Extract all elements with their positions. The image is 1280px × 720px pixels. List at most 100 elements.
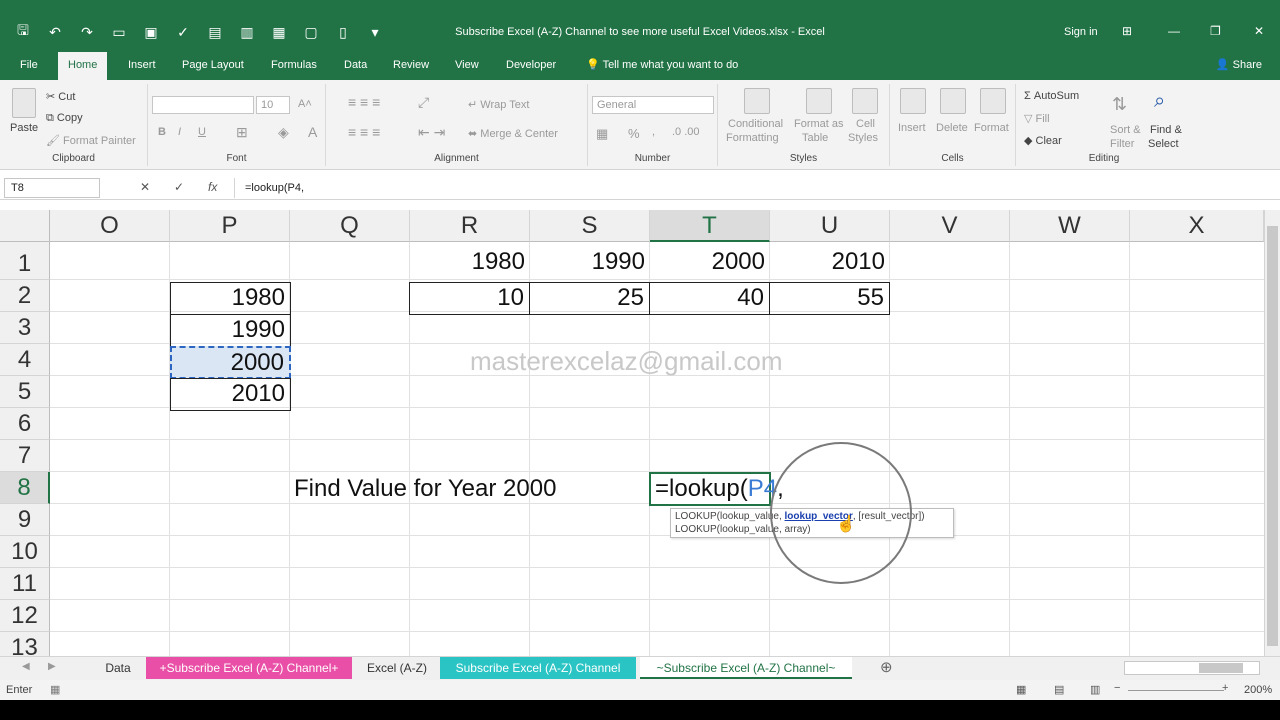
cancel-icon[interactable]: ✕	[140, 180, 150, 194]
format-as-label[interactable]: Format as	[794, 118, 844, 130]
cell-p4-referenced[interactable]: 2000	[170, 346, 291, 379]
sort-filter-icon[interactable]: ⇅	[1112, 94, 1127, 115]
cell-p2[interactable]: 1980	[170, 282, 291, 315]
cell-p3[interactable]: 1990	[170, 314, 291, 347]
cell-t1[interactable]: 2000	[650, 244, 770, 280]
cell-p5[interactable]: 2010	[170, 378, 291, 411]
enter-icon[interactable]: ✓	[174, 180, 184, 194]
insert-cells-icon[interactable]	[900, 88, 926, 114]
cell-s2[interactable]: 25	[529, 282, 650, 315]
ribbon-display-icon[interactable]: ⊞	[1122, 24, 1132, 38]
row-header-10[interactable]: 10	[0, 536, 50, 568]
row-header-4[interactable]: 4	[0, 344, 50, 376]
cell-r1[interactable]: 1980	[410, 244, 530, 280]
prev-sheet-icon[interactable]: ◀	[22, 661, 30, 672]
close-icon[interactable]: ✕	[1254, 24, 1264, 38]
find-label[interactable]: Find &	[1150, 124, 1182, 136]
row-header-7[interactable]: 7	[0, 440, 50, 472]
magnifier-icon[interactable]: ⌕	[1154, 90, 1165, 113]
name-box[interactable]: T8	[4, 178, 100, 198]
paste-button[interactable]: Paste	[10, 122, 38, 134]
cell-styles-icon[interactable]	[852, 88, 878, 114]
cell-r2[interactable]: 10	[409, 282, 530, 315]
merge-center-button[interactable]: ⬌ Merge & Center	[468, 127, 558, 140]
macro-record-icon[interactable]: ▦	[50, 683, 60, 696]
indent-icon[interactable]: ⇤ ⇥	[418, 124, 445, 141]
comma-icon[interactable]: ,	[652, 126, 655, 138]
cell-label[interactable]: Cell	[856, 118, 875, 130]
tab-review[interactable]: Review	[383, 50, 439, 80]
sheet-tab-data[interactable]: Data	[92, 657, 144, 679]
row-header-11[interactable]: 11	[0, 568, 50, 600]
row-header-12[interactable]: 12	[0, 600, 50, 632]
fill-button[interactable]: ▽ Fill	[1024, 112, 1050, 125]
normal-view-icon[interactable]: ▦	[1016, 683, 1026, 696]
tab-file[interactable]: File	[10, 50, 48, 80]
vertical-scrollbar[interactable]	[1264, 210, 1280, 656]
grow-font-icon[interactable]: A˄	[298, 98, 312, 110]
col-header-x[interactable]: X	[1130, 210, 1264, 242]
sheet-tab-subscribe-plus[interactable]: +Subscribe Excel (A-Z) Channel+	[146, 657, 352, 679]
decimal-icon[interactable]: .0 .00	[672, 126, 700, 138]
tell-me-box[interactable]: 💡 Tell me what you want to do	[576, 50, 748, 80]
table-label[interactable]: Table	[802, 132, 828, 144]
tab-developer[interactable]: Developer	[496, 50, 566, 80]
paste-icon[interactable]	[12, 88, 36, 118]
sheet-tab-subscribe[interactable]: Subscribe Excel (A-Z) Channel	[440, 657, 636, 679]
tab-data[interactable]: Data	[334, 50, 377, 80]
sheet-tab-excel-az[interactable]: Excel (A-Z)	[356, 657, 438, 679]
format-cells-button[interactable]: Format	[974, 122, 1009, 134]
row-header-9[interactable]: 9	[0, 504, 50, 536]
conditional-formatting-icon[interactable]	[744, 88, 770, 114]
row-header-6[interactable]: 6	[0, 408, 50, 440]
conditional-label[interactable]: Conditional	[728, 118, 783, 130]
cell-u2[interactable]: 55	[769, 282, 890, 315]
share-button[interactable]: 👤 Share	[1208, 54, 1270, 76]
wrap-text-button[interactable]: ↵ Wrap Text	[468, 98, 529, 111]
col-header-u[interactable]: U	[770, 210, 890, 242]
filter-label[interactable]: Filter	[1110, 138, 1134, 150]
col-header-t[interactable]: T	[650, 210, 770, 242]
font-size-combo[interactable]: 10	[256, 96, 290, 114]
worksheet-grid[interactable]: O P Q R S T U V W X 1 2 3 4 5 6 7 8 9 10…	[0, 210, 1264, 656]
tab-insert[interactable]: Insert	[118, 50, 166, 80]
sheet-tab-subscribe-tilde[interactable]: ~Subscribe Excel (A-Z) Channel~	[640, 657, 852, 679]
delete-cells-button[interactable]: Delete	[936, 122, 968, 134]
cell-s1[interactable]: 1990	[530, 244, 650, 280]
currency-icon[interactable]: ▦	[596, 126, 608, 142]
zoom-in-icon[interactable]: +	[1222, 682, 1228, 694]
format-painter-button[interactable]: 🖌 Format Painter	[46, 134, 136, 147]
orientation-icon[interactable]: ⤢	[418, 94, 429, 111]
page-layout-view-icon[interactable]: ▤	[1054, 683, 1064, 696]
percent-button[interactable]: %	[628, 126, 640, 141]
delete-cells-icon[interactable]	[940, 88, 966, 114]
minimize-icon[interactable]: —	[1168, 24, 1180, 38]
row-header-1[interactable]: 1	[0, 242, 50, 280]
font-name-combo[interactable]	[152, 96, 254, 114]
col-header-q[interactable]: Q	[290, 210, 410, 242]
formula-input[interactable]: =lookup(P4,	[234, 178, 1260, 198]
sort-label[interactable]: Sort &	[1110, 124, 1141, 136]
clear-button[interactable]: ◆ Clear	[1024, 134, 1062, 147]
italic-button[interactable]: I	[178, 126, 181, 138]
col-header-o[interactable]: O	[50, 210, 170, 242]
underline-button[interactable]: U	[198, 126, 206, 138]
row-header-8[interactable]: 8	[0, 472, 50, 504]
tab-page-layout[interactable]: Page Layout	[172, 50, 254, 80]
add-sheet-icon[interactable]: ⊕	[880, 658, 893, 676]
tab-home[interactable]: Home	[58, 52, 108, 80]
format-as-table-icon[interactable]	[806, 88, 832, 114]
tooltip-arg-1[interactable]: LOOKUP(lookup_value,	[675, 511, 785, 522]
col-header-v[interactable]: V	[890, 210, 1010, 242]
row-header-3[interactable]: 3	[0, 312, 50, 344]
row-header-5[interactable]: 5	[0, 376, 50, 408]
select-label[interactable]: Select	[1148, 138, 1179, 150]
horizontal-scrollbar[interactable]	[1124, 661, 1260, 675]
zoom-out-icon[interactable]: −	[1114, 682, 1120, 694]
cell-t8-editor[interactable]: =lookup(P4,	[649, 472, 784, 506]
cell-t2[interactable]: 40	[649, 282, 770, 315]
col-header-r[interactable]: R	[410, 210, 530, 242]
sign-in-link[interactable]: Sign in	[1064, 26, 1098, 38]
cut-button[interactable]: ✂ Cut	[46, 90, 75, 103]
row-header-2[interactable]: 2	[0, 280, 50, 312]
